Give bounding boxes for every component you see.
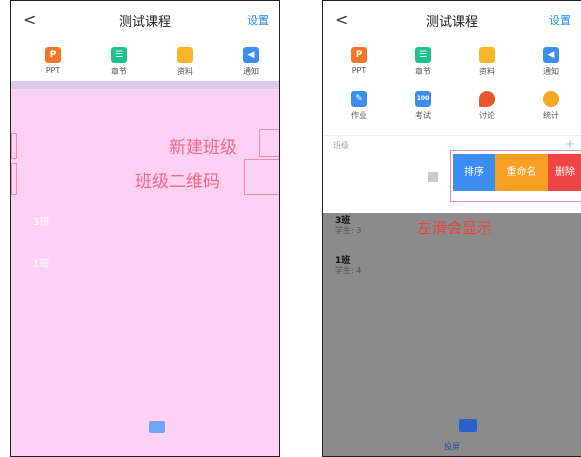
new-class-box [259, 129, 279, 157]
grid-item-ppt[interactable]: P PPT [23, 47, 83, 75]
notice-icon: ◀ [243, 47, 259, 63]
delete-button[interactable]: 删除 [548, 154, 581, 191]
ppt-icon: P [351, 47, 367, 63]
sort-button[interactable]: 排序 [453, 154, 495, 191]
grid-label: 通知 [543, 67, 559, 76]
edge-box [11, 163, 17, 195]
grid-label: PPT [45, 66, 61, 75]
rename-button[interactable]: 重命名 [495, 154, 548, 191]
pink-overlay: 新建班级 班级二维码 3班 1班 [11, 89, 279, 456]
folder-icon [479, 47, 495, 63]
grid-label: PPT [351, 66, 367, 75]
grid-item-materials[interactable]: 资料 [155, 47, 215, 77]
class-students: 学生: 3 [335, 226, 362, 235]
grid-label: 资料 [479, 67, 495, 76]
page-title: 测试课程 [425, 15, 478, 30]
projection-icon[interactable] [459, 419, 477, 432]
grid-item-exam[interactable]: 100 考试 [393, 91, 453, 121]
grid-label: 考试 [415, 111, 431, 120]
chapter-icon: ☰ [415, 47, 431, 63]
stats-icon [543, 91, 559, 107]
grid-item-homework[interactable]: ✎ 作业 [329, 91, 389, 121]
left-phone-screen: < 测试课程 设置 P PPT ☰ 章节 资料 ◀ 通知 新建班级 班级二维码 … [10, 0, 280, 457]
class-qr-annotation: 班级二维码 [135, 172, 220, 192]
discussion-icon [479, 91, 495, 107]
settings-button[interactable]: 设置 [247, 12, 269, 28]
dim-overlay: 3班 学生: 3 左滑会显示 1班 学生: 4 投屏 [323, 213, 581, 456]
notice-icon: ◀ [543, 47, 559, 63]
qr-code-icon[interactable] [428, 172, 438, 182]
grid-label: 章节 [415, 67, 431, 76]
new-class-annotation: 新建班级 [169, 138, 237, 158]
class-item-3[interactable]: 3班 [33, 213, 49, 228]
swipe-hint-annotation: 左滑会显示 [417, 219, 493, 237]
grid-item-chapter[interactable]: ☰ 章节 [89, 47, 149, 77]
exam-icon: 100 [415, 91, 431, 107]
edge-box [11, 133, 17, 159]
grid-label: 作业 [351, 111, 367, 120]
grid-item-notice[interactable]: ◀ 通知 [221, 47, 279, 77]
grid-item-chapter[interactable]: ☰ 章节 [393, 47, 453, 77]
grid-item-notice[interactable]: ◀ 通知 [521, 47, 581, 77]
projection-icon[interactable] [149, 421, 165, 433]
grid-label: 章节 [111, 67, 127, 76]
page-title: 测试课程 [118, 15, 171, 30]
projection-label: 投屏 [444, 442, 460, 451]
grid-item-stats[interactable]: 统计 [521, 91, 581, 121]
class-qr-box [244, 159, 279, 195]
grid-label: 讨论 [479, 111, 495, 120]
grid-item-materials[interactable]: 资料 [457, 47, 517, 77]
grid-label: 通知 [243, 67, 259, 76]
folder-icon [177, 47, 193, 63]
grid-item-discussion[interactable]: 讨论 [457, 91, 517, 121]
divider [323, 135, 581, 136]
grid-label: 统计 [543, 111, 559, 120]
header-bar: < 测试课程 设置 [11, 1, 279, 39]
grid-label: 资料 [177, 67, 193, 76]
add-class-button[interactable]: + [565, 137, 575, 151]
homework-icon: ✎ [351, 91, 367, 107]
right-phone-screen: < 测试课程 设置 P PPT ☰ 章节 资料 ◀ 通知 ✎ 作业 100 考试… [322, 0, 581, 457]
class-item-1[interactable]: 1班 [33, 255, 49, 270]
header-bar: < 测试课程 设置 [323, 1, 581, 39]
class-students: 学生: 4 [335, 266, 362, 275]
ppt-icon: P [45, 47, 61, 63]
grid-item-ppt[interactable]: P PPT [329, 47, 389, 75]
settings-button[interactable]: 设置 [549, 12, 571, 28]
chapter-icon: ☰ [111, 47, 127, 63]
